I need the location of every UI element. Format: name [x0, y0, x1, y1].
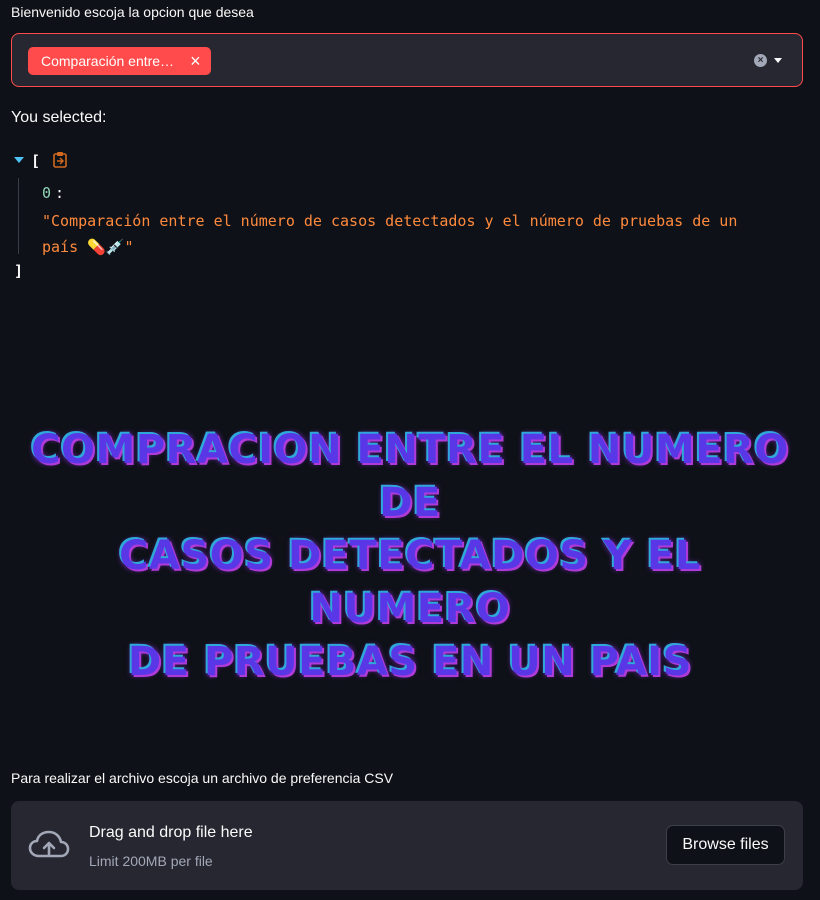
json-close-bracket: ] [14, 262, 24, 280]
chip-remove-icon[interactable]: × [190, 52, 201, 70]
page: Bienvenido escoja la opcion que desea Co… [0, 0, 820, 900]
chip-label: Comparación entre… [41, 53, 175, 69]
option-multiselect[interactable]: Comparación entre… × × [11, 33, 803, 87]
chevron-down-icon[interactable] [774, 58, 782, 63]
dropzone-title: Drag and drop file here [89, 824, 253, 841]
file-dropzone[interactable]: Drag and drop file here Limit 200MB per … [11, 801, 803, 890]
uploader-label: Para realizar el archivo escoja un archi… [11, 770, 394, 786]
cloud-upload-icon [28, 830, 70, 858]
json-indent-guide [18, 178, 19, 254]
dropzone-limit: Limit 200MB per file [89, 853, 213, 869]
json-index-value: 0 [42, 184, 52, 202]
page-title-line-1: COMPRACION ENTRE EL NUMERO DE [31, 427, 789, 526]
collapse-toggle-icon[interactable] [14, 157, 24, 163]
page-title: COMPRACION ENTRE EL NUMERO DE CASOS DETE… [20, 424, 800, 689]
copy-clipboard-icon[interactable] [53, 151, 67, 168]
you-selected-heading: You selected: [11, 109, 107, 126]
select-label: Bienvenido escoja la opcion que desea [11, 4, 254, 20]
json-index: 0: [42, 184, 64, 202]
page-title-line-2: CASOS DETECTADOS Y EL NUMERO [119, 533, 701, 632]
selected-chip: Comparación entre… × [28, 47, 211, 75]
json-open-bracket: [ [31, 152, 41, 170]
page-title-line-3: DE PRUEBAS EN UN PAIS [128, 639, 692, 685]
clear-selection-icon[interactable]: × [754, 54, 767, 67]
browse-files-button[interactable]: Browse files [666, 825, 785, 865]
json-string-value: "Comparación entre el número de casos de… [42, 212, 738, 256]
json-colon: : [55, 184, 65, 202]
